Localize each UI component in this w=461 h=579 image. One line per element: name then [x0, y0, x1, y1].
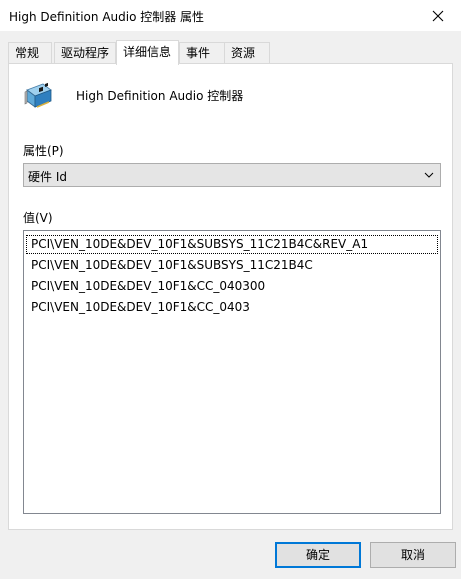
ok-button[interactable]: 确定	[275, 542, 361, 568]
sound-card-icon	[24, 82, 52, 108]
value-list[interactable]: PCI\VEN_10DE&DEV_10F1&SUBSYS_11C21B4C&RE…	[23, 230, 441, 514]
chevron-down-icon	[424, 172, 434, 178]
list-item[interactable]: PCI\VEN_10DE&DEV_10F1&CC_0403	[25, 297, 439, 318]
list-item[interactable]: PCI\VEN_10DE&DEV_10F1&CC_040300	[25, 276, 439, 297]
tab-driver[interactable]: 驱动程序	[54, 42, 116, 63]
property-select-value: 硬件 Id	[28, 170, 67, 184]
tab-events[interactable]: 事件	[179, 42, 225, 63]
tab-general[interactable]: 常规	[8, 42, 52, 63]
list-item[interactable]: PCI\VEN_10DE&DEV_10F1&SUBSYS_11C21B4C&RE…	[25, 234, 439, 255]
title-bar[interactable]: High Definition Audio 控制器 属性	[0, 0, 461, 31]
close-icon	[432, 10, 444, 21]
cancel-button[interactable]: 取消	[370, 542, 456, 568]
property-label: 属性(P)	[23, 144, 64, 158]
value-label: 值(V)	[23, 211, 53, 225]
details-panel: High Definition Audio 控制器 属性(P) 硬件 Id 值(…	[8, 63, 453, 530]
device-name: High Definition Audio 控制器	[76, 89, 244, 103]
window-title: High Definition Audio 控制器 属性	[9, 10, 205, 24]
list-item[interactable]: PCI\VEN_10DE&DEV_10F1&SUBSYS_11C21B4C	[25, 255, 439, 276]
tab-resources[interactable]: 资源	[224, 42, 270, 63]
close-button[interactable]	[415, 0, 461, 31]
properties-dialog: High Definition Audio 控制器 属性 常规 驱动程序 详细信…	[0, 0, 461, 579]
tab-details[interactable]: 详细信息	[116, 40, 179, 65]
property-select[interactable]: 硬件 Id	[23, 163, 441, 187]
